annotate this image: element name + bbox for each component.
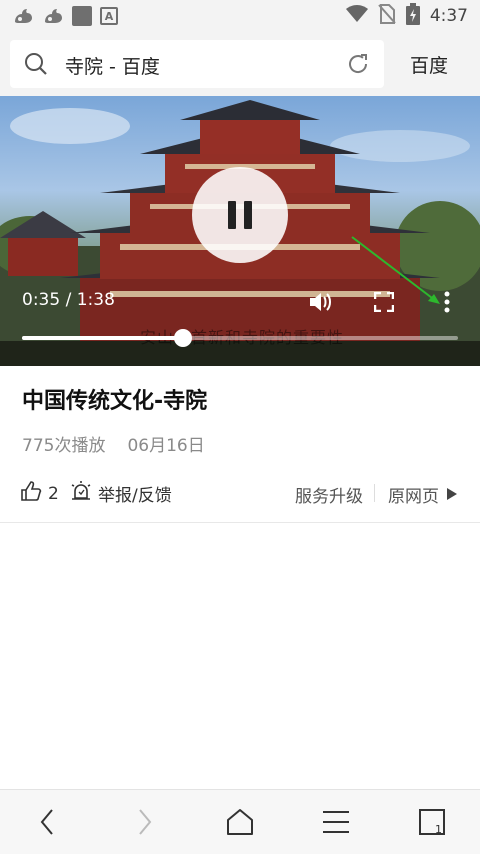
original-page-label: 原网页 [388, 487, 439, 507]
a-app-icon: A [100, 7, 118, 25]
alarm-icon [70, 480, 92, 507]
battery-charging-icon [405, 3, 420, 29]
tab-count: 1 [435, 823, 442, 836]
divider [0, 522, 480, 523]
uc-browser-icon [12, 6, 34, 26]
hamburger-menu-icon [323, 811, 349, 833]
thumbs-up-icon [20, 480, 42, 507]
progress-handle[interactable] [173, 329, 192, 347]
forward-button[interactable] [128, 806, 160, 838]
video-player[interactable]: 0:35 / 1:38 安山、首新和寺院的重要性 [0, 96, 480, 366]
wifi-icon [345, 5, 368, 27]
action-row: 2 举报/反馈 服务升级 原网页 [0, 470, 480, 514]
no-sim-icon [378, 4, 396, 28]
report-button[interactable]: 举报/反馈 [70, 480, 172, 507]
address-bar: 寺院 - 百度 百度 [0, 32, 480, 96]
service-upgrade-link[interactable]: 服务升级 [295, 482, 363, 507]
play-triangle-icon [447, 485, 457, 505]
chevron-right-icon [139, 809, 152, 835]
reload-icon[interactable] [346, 52, 370, 76]
clock: 4:37 [429, 6, 468, 26]
play-count: 775次播放 [22, 436, 106, 456]
tabs-button[interactable]: 1 [416, 806, 448, 838]
fullscreen-icon[interactable] [373, 291, 395, 313]
playback-time: 0:35 / 1:38 [22, 290, 115, 310]
progress-bar[interactable] [22, 329, 458, 347]
pause-button[interactable] [192, 167, 288, 263]
uc-browser-icon [42, 6, 64, 26]
menu-button[interactable] [320, 806, 352, 838]
url-text[interactable]: 寺院 - 百度 [65, 52, 160, 79]
video-title: 中国传统文化-寺院 [22, 389, 208, 414]
like-button[interactable]: 2 [20, 480, 59, 507]
like-count: 2 [48, 483, 59, 504]
status-bar: A 4:37 [0, 0, 480, 32]
url-field[interactable]: 寺院 - 百度 [10, 40, 384, 88]
original-page-link[interactable]: 原网页 [388, 482, 457, 507]
volume-icon[interactable] [308, 291, 332, 313]
square-app-icon [72, 6, 92, 26]
back-button[interactable] [32, 806, 64, 838]
chevron-left-icon [40, 809, 53, 835]
home-icon [227, 809, 253, 835]
publish-date: 06月16日 [127, 436, 205, 456]
video-meta: 775次播放 06月16日 [22, 431, 205, 456]
bottom-nav: 1 [0, 789, 480, 854]
home-button[interactable] [224, 806, 256, 838]
report-label: 举报/反馈 [98, 486, 172, 506]
tabs-icon [419, 809, 445, 835]
site-name-button[interactable]: 百度 [410, 51, 448, 78]
progress-fill [22, 336, 183, 340]
divider [374, 484, 375, 502]
more-options-icon[interactable] [440, 290, 454, 314]
search-icon [24, 52, 48, 76]
